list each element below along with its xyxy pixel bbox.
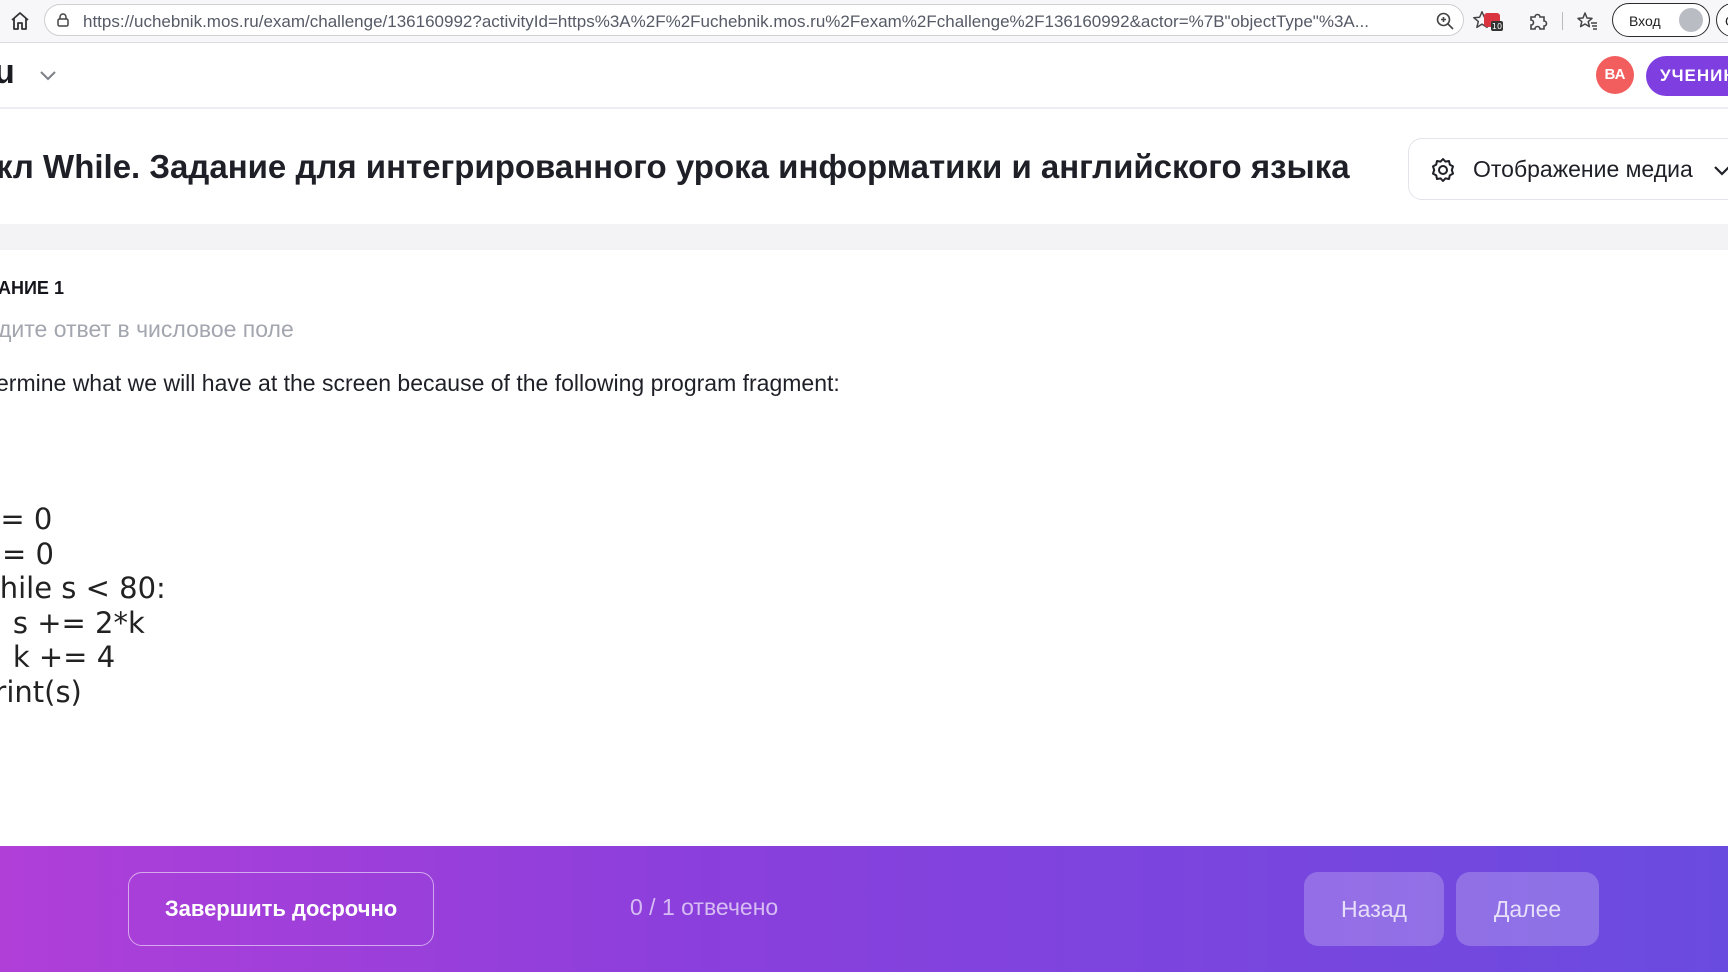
gear-icon bbox=[1432, 158, 1454, 182]
finish-early-button[interactable]: Завершить досрочно bbox=[128, 872, 434, 946]
section-divider bbox=[0, 224, 1728, 250]
browser-menu-button[interactable]: Ос bbox=[1716, 3, 1728, 37]
role-button[interactable]: УЧЕНИК bbox=[1646, 56, 1728, 96]
browser-toolbar: https://uchebnik.mos.ru/exam/challenge/1… bbox=[0, 0, 1728, 43]
code-image: s = 0 k = 0 while s < 80: s += 2*k k += … bbox=[0, 502, 166, 709]
address-bar[interactable]: https://uchebnik.mos.ru/exam/challenge/1… bbox=[44, 4, 1491, 36]
puzzle-icon[interactable] bbox=[1527, 10, 1549, 32]
url-text[interactable]: https://uchebnik.mos.ru/exam/challenge/1… bbox=[83, 12, 1423, 32]
back-button[interactable]: Назад bbox=[1304, 872, 1444, 946]
code-line: s = 0 bbox=[0, 502, 53, 536]
zoom-icon[interactable] bbox=[1435, 11, 1455, 31]
code-line: k = 0 bbox=[2, 536, 54, 571]
task-label: АНИЕ 1 bbox=[0, 278, 64, 298]
avatar[interactable]: ВА bbox=[1596, 56, 1634, 94]
code-line: k += 4 bbox=[12, 640, 116, 674]
home-icon[interactable] bbox=[8, 9, 32, 33]
profile-icon bbox=[1679, 8, 1703, 32]
favorites-icon[interactable] bbox=[1576, 10, 1598, 32]
chevron-down-icon[interactable] bbox=[36, 63, 60, 87]
site-logo[interactable]: u bbox=[0, 53, 15, 92]
toolbar-divider bbox=[1562, 12, 1563, 30]
chevron-down-icon bbox=[1714, 166, 1728, 176]
page-title: кл While. Задание для интегрированного у… bbox=[0, 148, 1350, 185]
login-label: Вход bbox=[1629, 13, 1661, 29]
progress-status: 0 / 1 отвечено bbox=[630, 894, 779, 920]
code-line: s += 2*k bbox=[12, 605, 145, 640]
login-button[interactable]: Вход bbox=[1612, 3, 1710, 37]
next-button[interactable]: Далее bbox=[1456, 872, 1599, 946]
code-line: print(s) bbox=[0, 674, 82, 709]
media-display-button[interactable]: Отображение медиа bbox=[1408, 138, 1728, 200]
lock-icon[interactable] bbox=[55, 12, 71, 28]
code-line: while s < 80: bbox=[0, 571, 166, 605]
media-display-label: Отображение медиа bbox=[1473, 156, 1693, 182]
bottom-navigation-bar: Завершить досрочно 0 / 1 отвечено Назад … bbox=[0, 846, 1728, 972]
task-hint: дите ответ в числовое поле bbox=[0, 316, 294, 342]
task-question: ermine what we will have at the screen b… bbox=[0, 370, 840, 396]
extension-badge-icon[interactable]: 10 bbox=[1482, 10, 1504, 32]
app-header: u ВА УЧЕНИК bbox=[0, 43, 1728, 109]
svg-text:10: 10 bbox=[1492, 22, 1502, 31]
